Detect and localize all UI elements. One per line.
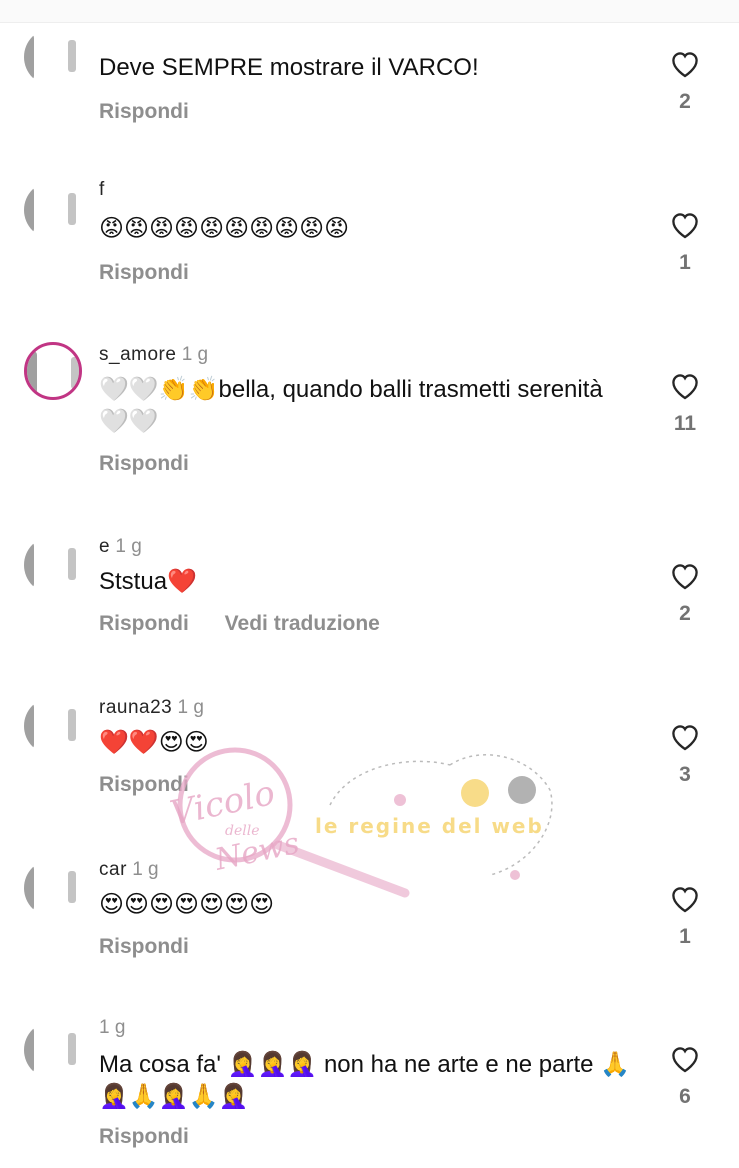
like-count: 6 (679, 1085, 691, 1108)
comment-text: 😍😍😍😍😍😍😍 (99, 891, 275, 918)
avatar[interactable] (24, 181, 82, 239)
avatar[interactable] (24, 28, 82, 86)
comment-time: 1 g (99, 1017, 126, 1038)
reply-button[interactable]: Rispondi (99, 935, 189, 958)
comment-time: 1 g (177, 697, 204, 718)
comment-meta: s_amore 1 g (99, 344, 208, 366)
watermark-line-4: le regine del web (315, 814, 544, 838)
reply-button[interactable]: Rispondi (99, 100, 189, 123)
comment-meta: car 1 g (99, 859, 159, 881)
like-control: 2 (665, 560, 705, 626)
comment-text: Ststua❤️ (99, 568, 197, 595)
reply-button[interactable]: Rispondi (99, 1125, 189, 1148)
avatar[interactable] (24, 1021, 82, 1079)
like-count: 3 (679, 763, 691, 786)
comment-text: Deve SEMPRE mostrare il VARCO! (99, 54, 479, 81)
comment-meta: rauna23 1 g (99, 697, 204, 719)
comment-text: 😡😡😡😡😡😡😡😡😡😡 (99, 215, 350, 242)
comment-meta: 1 g (99, 1017, 125, 1039)
comment-actions: Rispondi (99, 1125, 189, 1149)
like-count: 11 (673, 412, 697, 435)
comment-text: Ma cosa fa' 🤦‍♀️🤦‍♀️🤦‍♀️ non ha ne arte … (99, 1051, 631, 1110)
comment-time: 1 g (115, 536, 142, 557)
reply-button[interactable]: Rispondi (99, 452, 189, 475)
heart-icon[interactable] (668, 370, 702, 400)
comment-time: 1 g (181, 344, 209, 365)
like-count: 1 (679, 251, 691, 274)
like-control: 2 (665, 48, 705, 114)
username[interactable]: car (99, 859, 127, 880)
heart-icon[interactable] (668, 209, 702, 239)
top-bar (0, 0, 739, 23)
comment-meta: e 1 g (99, 536, 142, 558)
comment-actions: Rispondi Vedi traduzione (99, 612, 380, 636)
reply-button[interactable]: Rispondi (99, 612, 189, 635)
avatar[interactable] (24, 536, 82, 594)
comment-actions: Rispondi (99, 100, 189, 124)
like-control: 6 (665, 1043, 705, 1109)
watermark: Vicolo delle News le regine del web (167, 747, 553, 898)
like-control: 1 (665, 883, 705, 949)
heart-icon[interactable] (668, 560, 702, 590)
comment-actions: Rispondi (99, 773, 189, 797)
like-count: 2 (679, 90, 691, 113)
watermark-line-2: delle (225, 823, 260, 839)
heart-icon[interactable] (668, 48, 702, 78)
avatar[interactable] (24, 859, 82, 917)
reply-button[interactable]: Rispondi (99, 773, 189, 796)
comment-actions: Rispondi (99, 261, 189, 285)
heart-icon[interactable] (668, 883, 702, 913)
like-count: 1 (679, 925, 691, 948)
comment-meta: f (99, 179, 105, 201)
heart-icon[interactable] (668, 1043, 702, 1073)
avatar[interactable] (24, 697, 82, 755)
avatar[interactable] (24, 342, 82, 400)
username[interactable]: s_amore (99, 344, 176, 365)
reply-button[interactable]: Rispondi (99, 261, 189, 284)
comment-text: ❤️❤️😍😍 (99, 729, 209, 756)
like-count: 2 (679, 602, 691, 625)
see-translation-button[interactable]: Vedi traduzione (225, 612, 380, 635)
watermark-line-3: News (211, 826, 302, 878)
like-control: 11 (665, 370, 705, 436)
heart-icon[interactable] (668, 721, 702, 751)
like-control: 3 (665, 721, 705, 787)
comment-actions: Rispondi (99, 452, 189, 476)
like-control: 1 (665, 209, 705, 275)
comment-time: 1 g (132, 859, 159, 880)
comment-actions: Rispondi (99, 935, 189, 959)
username[interactable]: e (99, 536, 110, 557)
username[interactable]: rauna23 (99, 697, 172, 718)
username[interactable]: f (99, 179, 105, 200)
comment-text: 🤍🤍👏👏bella, quando balli trasmetti sereni… (99, 376, 603, 435)
